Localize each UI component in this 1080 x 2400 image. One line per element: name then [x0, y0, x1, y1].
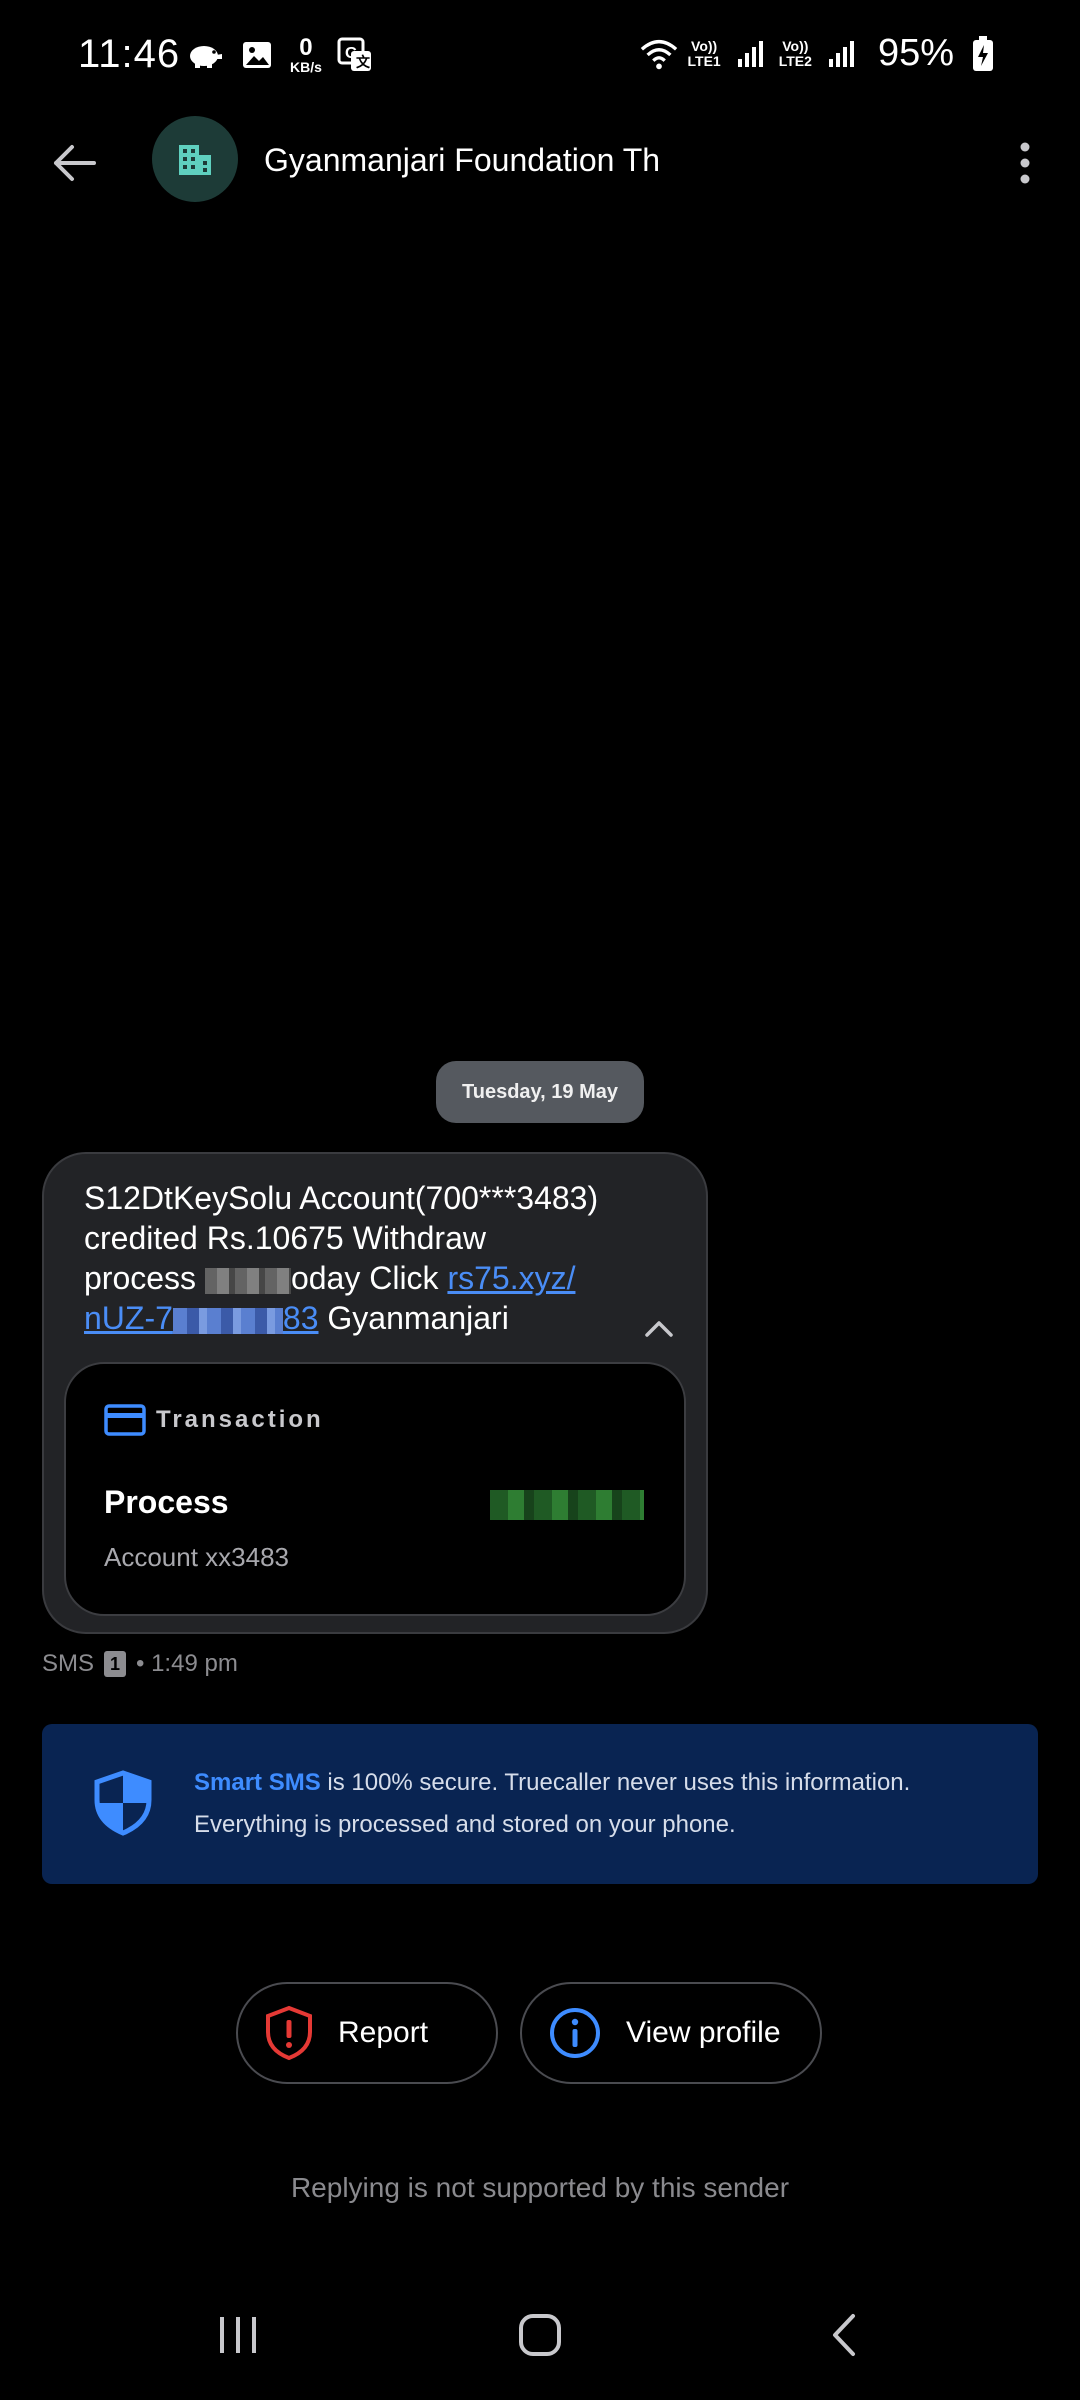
sim2-lte-label: Vo)) LTE2 [779, 39, 812, 68]
message-line-3-prefix: process [84, 1260, 205, 1296]
contact-name[interactable]: Gyanmanjari Foundation Th [264, 142, 660, 179]
chevron-left-icon [833, 2314, 855, 2356]
report-button[interactable]: Report [236, 1982, 498, 2084]
home-icon [519, 2314, 561, 2356]
translate-icon: G文 [336, 36, 374, 74]
signal-icon-sim1 [731, 35, 769, 73]
status-left-icons: 0 KB/s G文 [186, 36, 374, 74]
message-link-part-2-prefix[interactable]: nUZ-7 [84, 1300, 173, 1336]
date-chip: Tuesday, 19 May [436, 1061, 644, 1123]
sim1-lte-label: Vo)) LTE1 [688, 39, 721, 68]
message-line-2: credited Rs.10675 Withdraw [84, 1220, 486, 1256]
smart-sms-text: Smart SMS is 100% secure. Truecaller nev… [194, 1762, 1004, 1846]
battery-charging-icon [964, 35, 1002, 73]
net-speed-unit: KB/s [290, 59, 322, 75]
transaction-account: Account xx3483 [104, 1542, 290, 1572]
piggy-bank-icon [186, 36, 224, 74]
home-button[interactable] [500, 2300, 580, 2370]
nav-back-button[interactable] [804, 2300, 884, 2370]
redacted-amount [490, 1490, 644, 1520]
battery-percent: 95% [877, 32, 954, 74]
signal-icon-sim2 [822, 35, 860, 73]
report-label: Report [338, 2016, 429, 2049]
collapse-button[interactable] [634, 1304, 684, 1354]
message-text: S12DtKeySolu Account(700***3483) credite… [84, 1178, 644, 1338]
avatar[interactable] [152, 116, 238, 202]
message-line-1: S12DtKeySolu Account(700***3483) [84, 1180, 599, 1216]
wifi-icon [640, 35, 678, 73]
message-line-4-suffix: Gyanmanjari [318, 1300, 509, 1336]
shield-icon [94, 1770, 152, 1836]
status-bar: 11:46 0 KB/s G文 Vo)) LTE1 [0, 0, 1080, 110]
message-time: • 1:49 pm [136, 1650, 238, 1677]
report-shield-icon [266, 2005, 312, 2061]
screen: 11:46 0 KB/s G文 Vo)) LTE1 [0, 0, 1080, 2400]
net-speed-value: 0 [299, 34, 313, 61]
transaction-card[interactable]: Transaction Process Account xx3483 [64, 1362, 686, 1616]
sim2-label-top: Vo)) [782, 37, 809, 54]
message-meta: SMS 1 • 1:49 pm [42, 1650, 238, 1678]
message-link-part-2-suffix[interactable]: 83 [283, 1300, 319, 1336]
transaction-header: Transaction [104, 1404, 324, 1436]
message-channel: SMS [42, 1650, 95, 1677]
svg-text:文: 文 [356, 54, 371, 70]
app-bar: Gyanmanjari Foundation Th [0, 110, 1080, 210]
sim2-label-bottom: LTE2 [778, 52, 812, 69]
sim1-label-bottom: LTE1 [687, 52, 721, 69]
smart-sms-highlight: Smart SMS [194, 1769, 321, 1796]
arrow-back-icon [54, 145, 96, 181]
message-bubble[interactable]: S12DtKeySolu Account(700***3483) credite… [42, 1152, 708, 1634]
view-profile-button[interactable]: View profile [520, 1982, 822, 2084]
sim1-label-top: Vo)) [691, 37, 718, 54]
redacted-text [204, 1267, 291, 1294]
reply-not-supported-note: Replying is not supported by this sender [290, 2172, 790, 2203]
net-speed: 0 KB/s [290, 34, 322, 75]
smart-sms-banner: Smart SMS is 100% secure. Truecaller nev… [42, 1724, 1038, 1884]
redacted-link[interactable] [172, 1307, 283, 1334]
message-link-part-1[interactable]: rs75.xyz/ [447, 1260, 575, 1296]
recent-apps-button[interactable] [198, 2300, 278, 2370]
status-time: 11:46 [78, 32, 181, 76]
credit-card-icon [104, 1404, 146, 1436]
navigation-bar [0, 2280, 1080, 2390]
building-icon [179, 145, 211, 175]
sim-slot-badge: 1 [104, 1651, 127, 1677]
chevron-up-icon [645, 1321, 673, 1337]
image-icon [238, 36, 276, 74]
more-options-button[interactable] [990, 128, 1060, 198]
status-right-icons: Vo)) LTE1 Vo)) LTE2 95% [640, 32, 1002, 75]
transaction-title: Transaction [156, 1406, 324, 1433]
info-icon [550, 2008, 600, 2058]
more-vert-icon [1020, 142, 1030, 184]
recents-icon [220, 2317, 256, 2353]
transaction-status: Process [104, 1484, 229, 1520]
view-profile-label: View profile [626, 2016, 781, 2049]
back-button[interactable] [38, 128, 108, 198]
message-line-3-suffix: oday Click [290, 1260, 448, 1296]
